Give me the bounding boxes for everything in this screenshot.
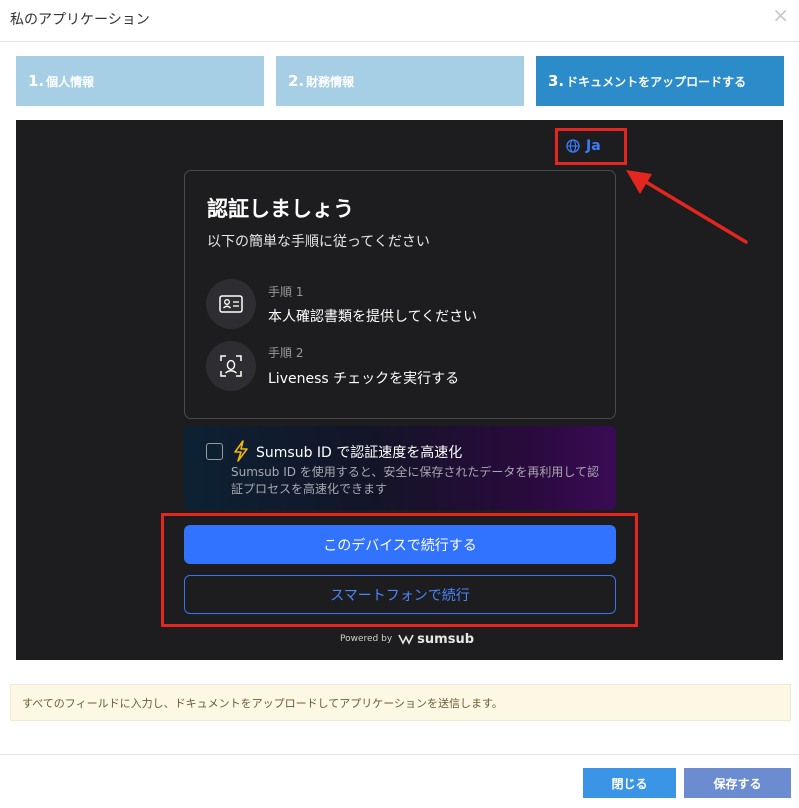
info-message-bar: すべてのフィールドに入力し、ドキュメントをアップロードしてアプリケーションを送信… xyxy=(10,684,791,721)
save-button[interactable]: 保存する xyxy=(684,768,791,798)
id-card-icon xyxy=(206,279,256,329)
step-number: 2. xyxy=(288,72,305,90)
sumsub-logo-icon xyxy=(398,634,414,645)
step-label: 個人情報 xyxy=(46,74,95,89)
sumsub-id-promo: Sumsub ID で認証速度を高速化 Sumsub ID を使用すると、安全に… xyxy=(184,426,616,510)
annotation-arrow-icon xyxy=(626,170,748,244)
step-tab-personal-info[interactable]: 1. 個人情報 xyxy=(16,56,264,106)
modal-title: 私のアプリケーション xyxy=(10,12,150,28)
sumsub-id-checkbox[interactable] xyxy=(206,443,223,460)
info-message-text: すべてのフィールドに入力し、ドキュメントをアップロードしてアプリケーションを送信… xyxy=(22,696,503,710)
sumsub-brand-text: sumsub xyxy=(417,631,475,647)
powered-by-sumsub: Powered by sumsub xyxy=(340,631,474,647)
language-selector[interactable]: Ja xyxy=(566,136,601,156)
continue-on-this-device-button[interactable]: このデバイスで続行する xyxy=(184,525,616,564)
lightning-icon xyxy=(234,440,248,462)
powered-by-label: Powered by xyxy=(340,634,393,644)
step-2-number-label: 手順 2 xyxy=(268,346,304,360)
step-label: ドキュメントをアップロードする xyxy=(566,74,747,89)
step-number: 3. xyxy=(548,72,565,90)
promo-description: Sumsub ID を使用すると、安全に保存されたデータを再利用して認証プロセス… xyxy=(231,465,599,496)
globe-icon xyxy=(566,139,580,153)
promo-title: Sumsub ID で認証速度を高速化 xyxy=(256,445,463,461)
step-tab-financial-info[interactable]: 2. 財務情報 xyxy=(276,56,524,106)
footer-divider xyxy=(0,754,799,755)
close-button[interactable]: 閉じる xyxy=(583,768,676,798)
step-number: 1. xyxy=(28,72,45,90)
step-tab-upload-documents[interactable]: 3. ドキュメントをアップロードする xyxy=(536,56,784,106)
step-1-text: 本人確認書類を提供してください xyxy=(268,309,478,325)
face-scan-icon xyxy=(206,341,256,391)
language-code: Ja xyxy=(586,138,601,154)
card-subtitle: 以下の簡単な手順に従ってください xyxy=(207,234,430,250)
step-1-number-label: 手順 1 xyxy=(268,285,304,299)
modal-header: 私のアプリケーション × xyxy=(0,0,799,42)
card-title: 認証しましょう xyxy=(207,197,354,221)
close-icon[interactable]: × xyxy=(772,5,789,25)
step-label: 財務情報 xyxy=(306,74,355,89)
continue-on-smartphone-button[interactable]: スマートフォンで続行 xyxy=(184,575,616,614)
step-2-text: Liveness チェックを実行する xyxy=(268,371,460,387)
verification-steps-card: 認証しましょう 以下の簡単な手順に従ってください 手順 1 本人確認書類を提供し… xyxy=(184,170,616,419)
